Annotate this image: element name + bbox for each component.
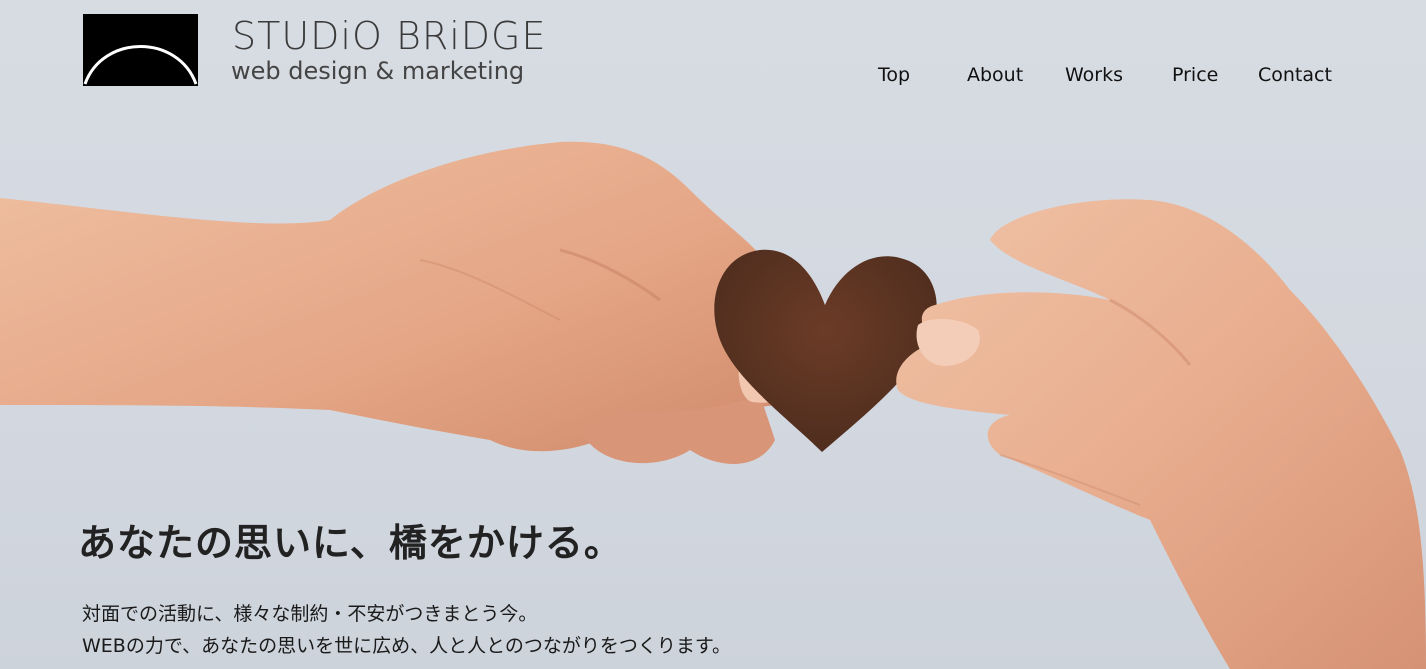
nav-item-contact[interactable]: Contact	[1258, 62, 1332, 88]
hero-lead: 対面での活動に、様々な制約・不安がつきまとう今。 WEBの力で、あなたの思いを世…	[82, 598, 731, 662]
brand-name: STUDiO BRiDGE	[232, 14, 547, 58]
hero-headline: あなたの思いに、橋をかける。	[78, 521, 623, 565]
hero-section: STUDiO BRiDGE web design & marketing Top…	[0, 0, 1426, 669]
brand-tagline: web design & marketing	[231, 57, 525, 85]
right-hand-illustration	[896, 199, 1426, 669]
hero-lead-line-2: WEBの力で、あなたの思いを世に広め、人と人とのつながりをつくります。	[82, 635, 731, 657]
nav-item-works[interactable]: Works	[1065, 62, 1123, 88]
left-hand-illustration	[0, 141, 795, 464]
bridge-arc-logo-icon[interactable]	[83, 14, 198, 86]
brand-block[interactable]: STUDiO BRiDGE web design & marketing	[83, 14, 546, 94]
nav-item-top[interactable]: Top	[878, 62, 910, 88]
hero-lead-line-1: 対面での活動に、様々な制約・不安がつきまとう今。	[82, 603, 538, 625]
nav-item-price[interactable]: Price	[1172, 62, 1218, 88]
nav-item-about[interactable]: About	[967, 62, 1023, 88]
